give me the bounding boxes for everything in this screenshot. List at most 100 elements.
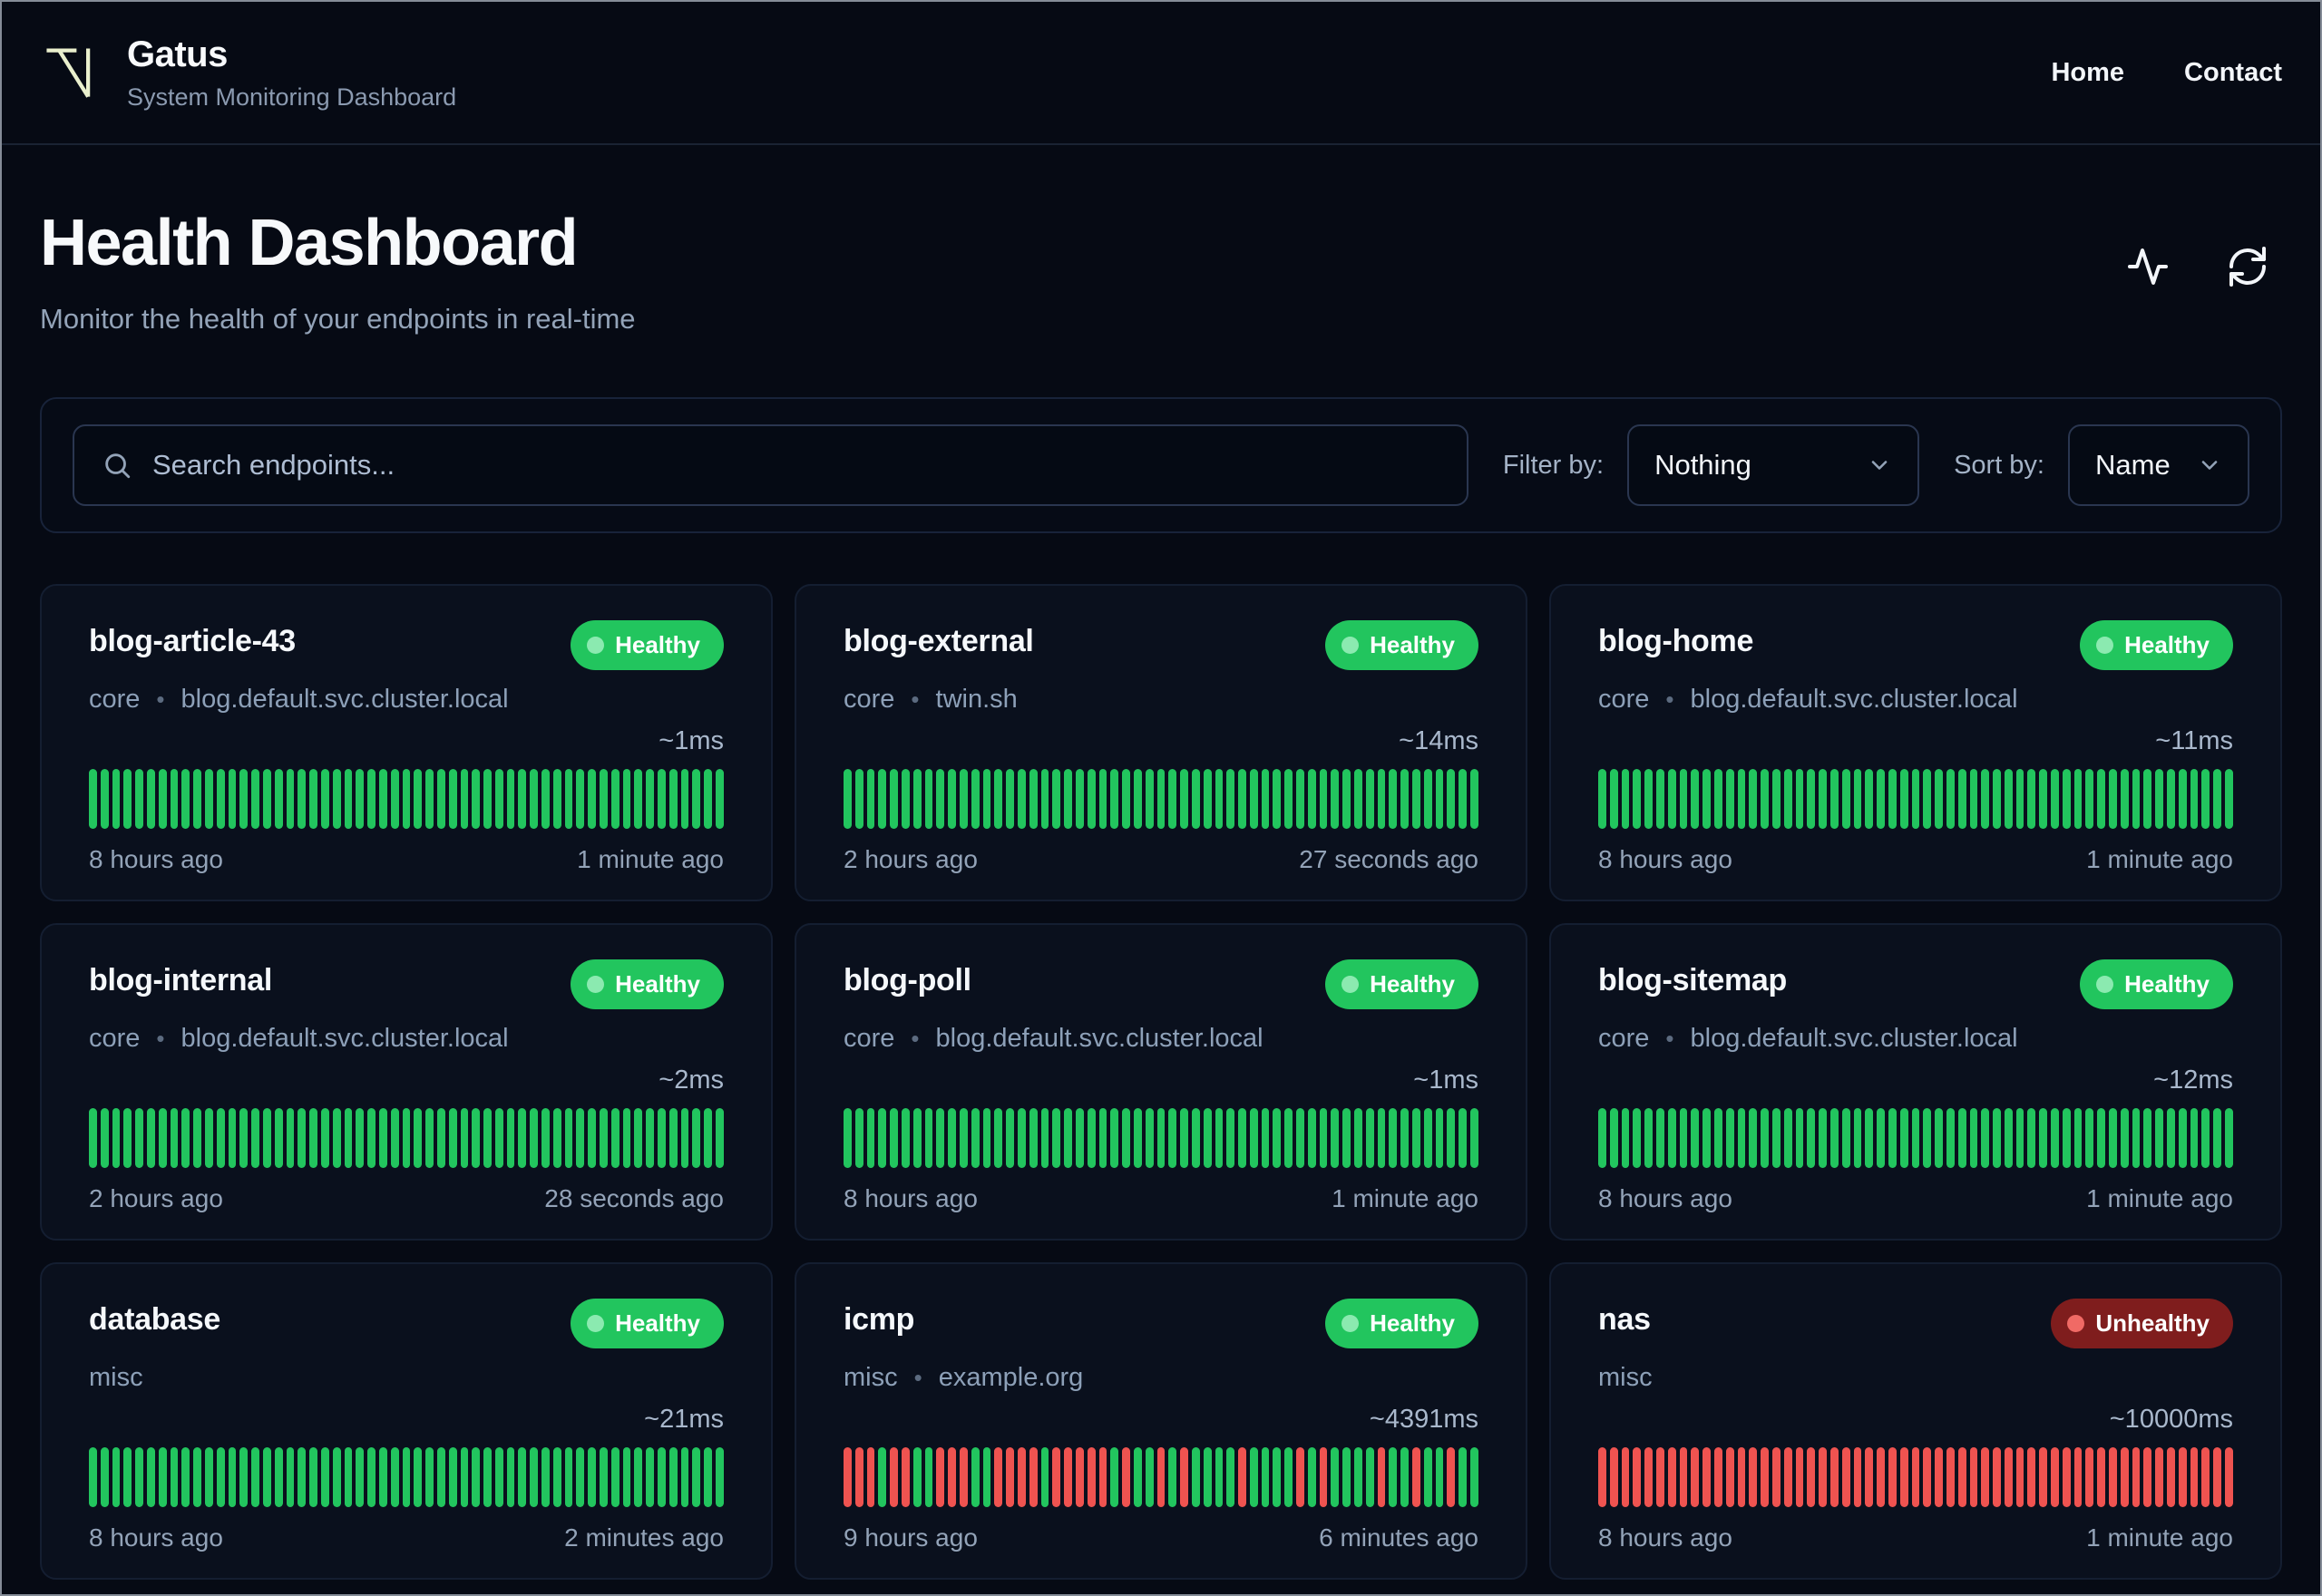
status-dot-icon: [2096, 637, 2114, 654]
endpoint-card[interactable]: nas Unhealthy misc • ~10000ms 8 hours ag…: [1549, 1262, 2282, 1580]
status-badge: Healthy: [571, 620, 724, 670]
separator-dot: •: [1665, 1025, 1674, 1052]
status-label: Healthy: [1370, 631, 1455, 658]
latency-label: ~10000ms: [2109, 1405, 2233, 1434]
endpoint-host: blog.default.svc.cluster.local: [1690, 685, 2018, 714]
endpoint-group: core: [844, 685, 895, 714]
endpoint-name: blog-poll: [844, 963, 971, 998]
timestamp-newest: 6 minutes ago: [1319, 1523, 1478, 1552]
nav-link-home[interactable]: Home: [2051, 58, 2124, 88]
endpoint-group: core: [844, 1024, 895, 1053]
chevron-down-icon: [2201, 461, 2218, 470]
status-label: Healthy: [2124, 631, 2210, 658]
timestamp-oldest: 2 hours ago: [844, 845, 978, 873]
endpoint-card[interactable]: blog-article-43 Healthy core • blog.defa…: [40, 584, 773, 901]
timestamp-oldest: 8 hours ago: [1598, 845, 1732, 873]
endpoint-card[interactable]: database Healthy misc • ~21ms 8 hours ag…: [40, 1262, 773, 1580]
endpoint-name: blog-internal: [89, 963, 272, 998]
uptime-bars[interactable]: [89, 1108, 724, 1168]
sort-select-value: Name: [2095, 449, 2171, 481]
status-dot-icon: [2096, 976, 2114, 993]
endpoint-name: blog-sitemap: [1598, 963, 1787, 998]
timestamp-oldest: 8 hours ago: [89, 1523, 223, 1552]
filter-toolbar: Filter by: Nothing Sort by: Name: [40, 397, 2282, 533]
endpoint-card[interactable]: blog-external Healthy core • twin.sh ~14…: [795, 584, 1527, 901]
endpoint-card[interactable]: icmp Healthy misc • example.org ~4391ms …: [795, 1262, 1527, 1580]
separator-dot: •: [911, 1025, 920, 1052]
endpoint-name: blog-article-43: [89, 624, 296, 658]
filter-select-value: Nothing: [1654, 449, 1751, 481]
status-dot-icon: [587, 976, 605, 993]
endpoint-host: blog.default.svc.cluster.local: [1690, 1024, 2018, 1053]
status-badge: Healthy: [1325, 1299, 1478, 1348]
app-logo[interactable]: [40, 41, 102, 104]
endpoint-card[interactable]: blog-sitemap Healthy core • blog.default…: [1549, 923, 2282, 1241]
activity-icon[interactable]: [2126, 245, 2170, 288]
endpoint-grid: blog-article-43 Healthy core • blog.defa…: [40, 584, 2282, 1580]
status-badge: Healthy: [1325, 620, 1478, 670]
latency-label: ~4391ms: [1369, 1405, 1478, 1434]
endpoint-host: blog.default.svc.cluster.local: [180, 1024, 509, 1053]
uptime-bars[interactable]: [844, 769, 1478, 829]
endpoint-host: blog.default.svc.cluster.local: [935, 1024, 1263, 1053]
uptime-bars[interactable]: [844, 1108, 1478, 1168]
timestamp-oldest: 8 hours ago: [844, 1184, 978, 1212]
endpoint-card[interactable]: blog-home Healthy core • blog.default.sv…: [1549, 584, 2282, 901]
endpoint-card[interactable]: blog-internal Healthy core • blog.defaul…: [40, 923, 773, 1241]
status-label: Healthy: [1370, 970, 1455, 998]
endpoint-name: blog-external: [844, 624, 1034, 658]
timestamp-newest: 2 minutes ago: [564, 1523, 724, 1552]
header-actions: [2126, 245, 2269, 288]
search-input[interactable]: [152, 449, 1439, 482]
brand-subtitle: System Monitoring Dashboard: [127, 83, 457, 111]
separator-dot: •: [156, 686, 165, 713]
timestamp-newest: 27 seconds ago: [1299, 845, 1478, 873]
status-label: Healthy: [1370, 1309, 1455, 1337]
endpoint-host: twin.sh: [935, 685, 1018, 714]
timestamp-oldest: 9 hours ago: [844, 1523, 978, 1552]
status-badge: Healthy: [2080, 620, 2233, 670]
uptime-bars[interactable]: [89, 1447, 724, 1507]
search-box[interactable]: [73, 424, 1468, 506]
status-dot-icon: [1341, 637, 1360, 654]
page-subtitle: Monitor the health of your endpoints in …: [40, 303, 636, 335]
endpoint-group: core: [89, 1024, 141, 1053]
separator-dot: •: [911, 686, 920, 713]
brand-title: Gatus: [127, 34, 228, 74]
timestamp-oldest: 8 hours ago: [1598, 1523, 1732, 1552]
timestamp-newest: 1 minute ago: [2086, 845, 2233, 873]
status-label: Healthy: [615, 1309, 700, 1337]
latency-label: ~1ms: [659, 726, 724, 755]
endpoint-name: nas: [1598, 1302, 1651, 1337]
status-dot-icon: [587, 637, 605, 654]
endpoint-group: core: [1598, 685, 1650, 714]
status-dot-icon: [587, 1315, 605, 1332]
status-badge: Healthy: [571, 1299, 724, 1348]
endpoint-name: database: [89, 1302, 221, 1337]
nav-link-contact[interactable]: Contact: [2184, 58, 2282, 88]
page-title: Health Dashboard: [40, 207, 579, 279]
status-dot-icon: [1341, 976, 1360, 993]
sort-select[interactable]: Name: [2068, 424, 2249, 506]
sort-by-label: Sort by:: [1954, 450, 2044, 480]
endpoint-group: misc: [89, 1363, 143, 1392]
uptime-bars[interactable]: [1598, 1447, 2233, 1507]
uptime-bars[interactable]: [89, 769, 724, 829]
separator-dot: •: [913, 1364, 922, 1391]
refresh-icon[interactable]: [2226, 245, 2269, 288]
endpoint-name: blog-home: [1598, 624, 1754, 658]
uptime-bars[interactable]: [1598, 769, 2233, 829]
filter-select[interactable]: Nothing: [1627, 424, 1920, 506]
endpoint-card[interactable]: blog-poll Healthy core • blog.default.sv…: [795, 923, 1527, 1241]
status-label: Healthy: [615, 631, 700, 658]
latency-label: ~2ms: [659, 1066, 724, 1095]
uptime-bars[interactable]: [844, 1447, 1478, 1507]
separator-dot: •: [156, 1025, 165, 1052]
status-label: Healthy: [2124, 970, 2210, 998]
latency-label: ~14ms: [1399, 726, 1478, 755]
uptime-bars[interactable]: [1598, 1108, 2233, 1168]
status-badge: Healthy: [2080, 959, 2233, 1009]
endpoint-group: core: [89, 685, 141, 714]
timestamp-oldest: 8 hours ago: [1598, 1184, 1732, 1212]
search-icon: [105, 453, 131, 479]
